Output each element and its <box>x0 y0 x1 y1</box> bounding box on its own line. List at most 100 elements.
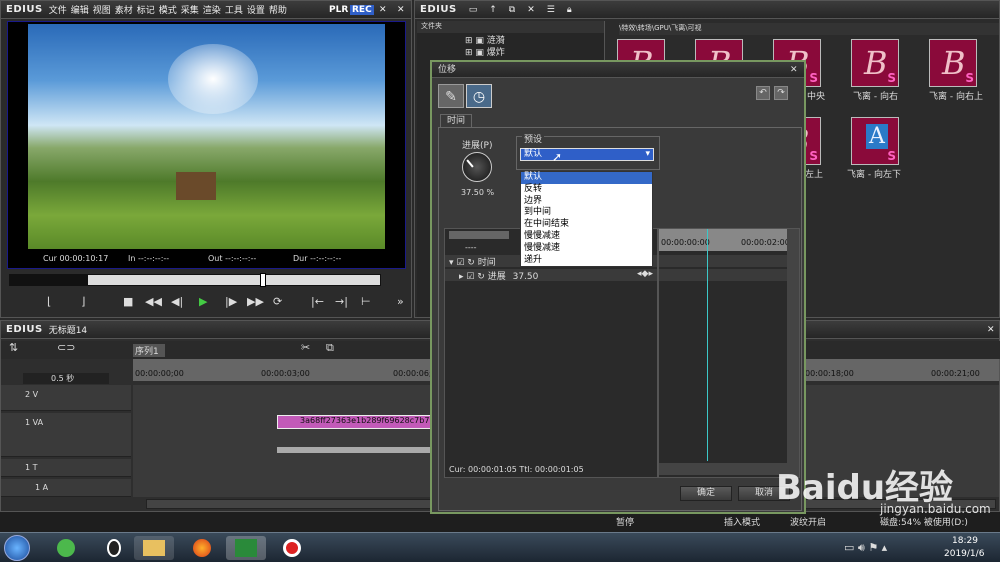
preset-option[interactable]: 递升 <box>521 255 652 267</box>
close-icon[interactable]: ✕ <box>790 62 798 78</box>
effect-thumbnail[interactable]: BS <box>851 39 899 87</box>
taskbar-app[interactable] <box>134 536 174 560</box>
preset-option[interactable]: 在中间结束 <box>521 219 652 231</box>
video-clip[interactable]: 3a68ff27363e1b289f69628c7b7 <box>277 415 432 429</box>
progress-label: 进展(P) <box>462 141 493 151</box>
folder-header: 文件夹 <box>417 21 604 33</box>
play-icon[interactable]: ▶ <box>199 295 207 309</box>
keyframe-playhead[interactable] <box>707 229 708 461</box>
fast-forward-icon[interactable]: ▶▶ <box>247 295 264 309</box>
menu-item[interactable]: 素材 <box>115 6 133 16</box>
taskbar-app[interactable] <box>226 536 266 560</box>
menu-item[interactable]: 渲染 <box>203 6 221 16</box>
ok-button[interactable]: 确定 <box>680 486 732 501</box>
start-button[interactable] <box>4 535 30 561</box>
slider-playhead[interactable] <box>260 273 266 287</box>
app-logo: EDIUS <box>420 4 457 15</box>
overwrite-icon[interactable]: →| <box>335 295 348 309</box>
mark-in-icon[interactable]: ⌊ <box>47 295 51 309</box>
close-icon[interactable]: ✕ <box>987 325 995 335</box>
tab-time[interactable]: 时间 <box>440 114 472 127</box>
preset-option[interactable]: 慢慢减速 <box>521 231 652 243</box>
trim-icon[interactable]: ⊢ <box>361 295 371 309</box>
menu-item[interactable]: 采集 <box>181 6 199 16</box>
app-logo: EDIUS <box>6 4 43 15</box>
cur-ttl-readout: Cur: 00:00:01:05 Ttl: 00:00:01:05 <box>449 465 584 474</box>
progress-knob[interactable] <box>462 152 492 182</box>
scale-control[interactable]: 0.5 秒 <box>23 373 109 384</box>
menu-item[interactable]: 编辑 <box>71 6 89 16</box>
taskbar-app[interactable] <box>182 536 222 560</box>
redo-icon[interactable]: ↷ <box>774 86 788 100</box>
step-forward-icon[interactable]: |▶ <box>225 295 237 309</box>
rewind-icon[interactable]: ◀◀ <box>145 295 162 309</box>
chevron-down-icon[interactable]: ▾ <box>645 149 650 160</box>
loop-icon[interactable]: ⟳ <box>273 295 282 309</box>
brush-tab-icon[interactable]: ✎ <box>438 84 464 108</box>
close-icon[interactable]: ✕ <box>379 5 387 15</box>
status-insert-mode: 插入模式 <box>724 518 761 528</box>
track-header[interactable]: 2 V <box>1 385 131 411</box>
position-slider[interactable] <box>9 273 381 287</box>
more-icon[interactable]: » <box>397 295 404 309</box>
copy-icon[interactable]: ⧉ <box>326 341 334 355</box>
plr-button[interactable]: PLR <box>329 5 348 15</box>
mark-out-icon[interactable]: ⌋ <box>81 295 85 309</box>
lock-icon[interactable]: 🔒︎ <box>567 5 572 15</box>
preset-group-label: 预设 <box>522 132 545 145</box>
folder-icon[interactable]: ▭ <box>469 5 478 15</box>
menu-item[interactable]: 工具 <box>225 6 243 16</box>
in-label: In <box>128 254 136 263</box>
tree-slider[interactable] <box>449 231 509 239</box>
preset-option[interactable]: 边界 <box>521 196 652 208</box>
preset-option[interactable]: 默认 <box>521 172 652 184</box>
stop-icon[interactable]: ■ <box>123 295 133 309</box>
menu-item[interactable]: 设置 <box>247 6 265 16</box>
effect-caption: 中央 <box>807 92 826 102</box>
cut-icon[interactable]: ✂ <box>301 341 310 355</box>
list-icon[interactable]: ☰ <box>547 5 555 15</box>
scrollbar-h[interactable] <box>659 463 787 475</box>
taskbar-app[interactable] <box>94 536 134 560</box>
taskbar: 18:29 2019/1/6 ▭ 🔊︎ ⚑ ▴ <box>0 532 1000 562</box>
preset-option[interactable]: 慢慢减速 <box>521 243 652 255</box>
taskbar-app[interactable] <box>46 536 86 560</box>
copy-icon[interactable]: ⧉ <box>509 5 515 15</box>
watermark: Baidu经验 jingyan.baidu.com <box>776 460 996 530</box>
track-header[interactable]: 1 T <box>1 459 131 477</box>
menu-item[interactable]: 标记 <box>137 6 155 16</box>
clock-tab-icon[interactable]: ◷ <box>466 84 492 108</box>
rec-button[interactable]: REC <box>350 4 374 15</box>
keyframe-timeline[interactable]: 00:00:00:00 00:00:02:00 <box>658 228 800 478</box>
undo-icon[interactable]: ↶ <box>756 86 770 100</box>
status-pause: 暂停 <box>616 518 635 528</box>
effect-thumbnail[interactable]: BS <box>929 39 977 87</box>
taskbar-app[interactable] <box>272 536 312 560</box>
sequence-tab[interactable]: 序列1 <box>133 344 165 357</box>
track-header[interactable]: 1 VA <box>1 413 131 457</box>
mode-icon[interactable]: ⇅ <box>9 341 18 355</box>
tree-item[interactable]: ⊞ ▣ 涟漪 <box>417 33 604 46</box>
tree-item[interactable]: ⊞ ▣ 爆炸 <box>417 45 604 58</box>
preset-select[interactable]: 默认 ▾ <box>520 148 654 161</box>
insert-icon[interactable]: |← <box>311 295 324 309</box>
track-header[interactable]: 1 A <box>1 479 131 497</box>
effect-thumbnail[interactable]: AS <box>851 117 899 165</box>
scrollbar-v[interactable] <box>787 229 799 477</box>
delete-icon[interactable]: ✕ <box>527 5 535 15</box>
preset-option[interactable]: 反转 <box>521 184 652 196</box>
tray-icons[interactable]: ▭ 🔊︎ ⚑ ▴ <box>844 541 887 555</box>
up-icon[interactable]: ↑ <box>489 5 497 15</box>
menu-item[interactable]: 视图 <box>93 6 111 16</box>
link-icon[interactable]: ⊂⊃ <box>57 341 75 355</box>
step-back-icon[interactable]: ◀| <box>171 295 183 309</box>
preset-option[interactable]: 到中间 <box>521 207 652 219</box>
tree-minus: ---- <box>465 243 477 252</box>
menu-item[interactable]: 文件 <box>49 6 67 16</box>
menu-item[interactable]: 模式 <box>159 6 177 16</box>
preset-selected-value: 默认 <box>524 149 543 159</box>
menu-item[interactable]: 帮助 <box>269 6 287 16</box>
tree-row-progress[interactable]: ▸ ☑ ↻ 进展 37.50 ◂◆▸ <box>445 269 657 282</box>
track-label: 1 A <box>35 483 49 492</box>
close-icon[interactable]: ✕ <box>397 5 405 15</box>
